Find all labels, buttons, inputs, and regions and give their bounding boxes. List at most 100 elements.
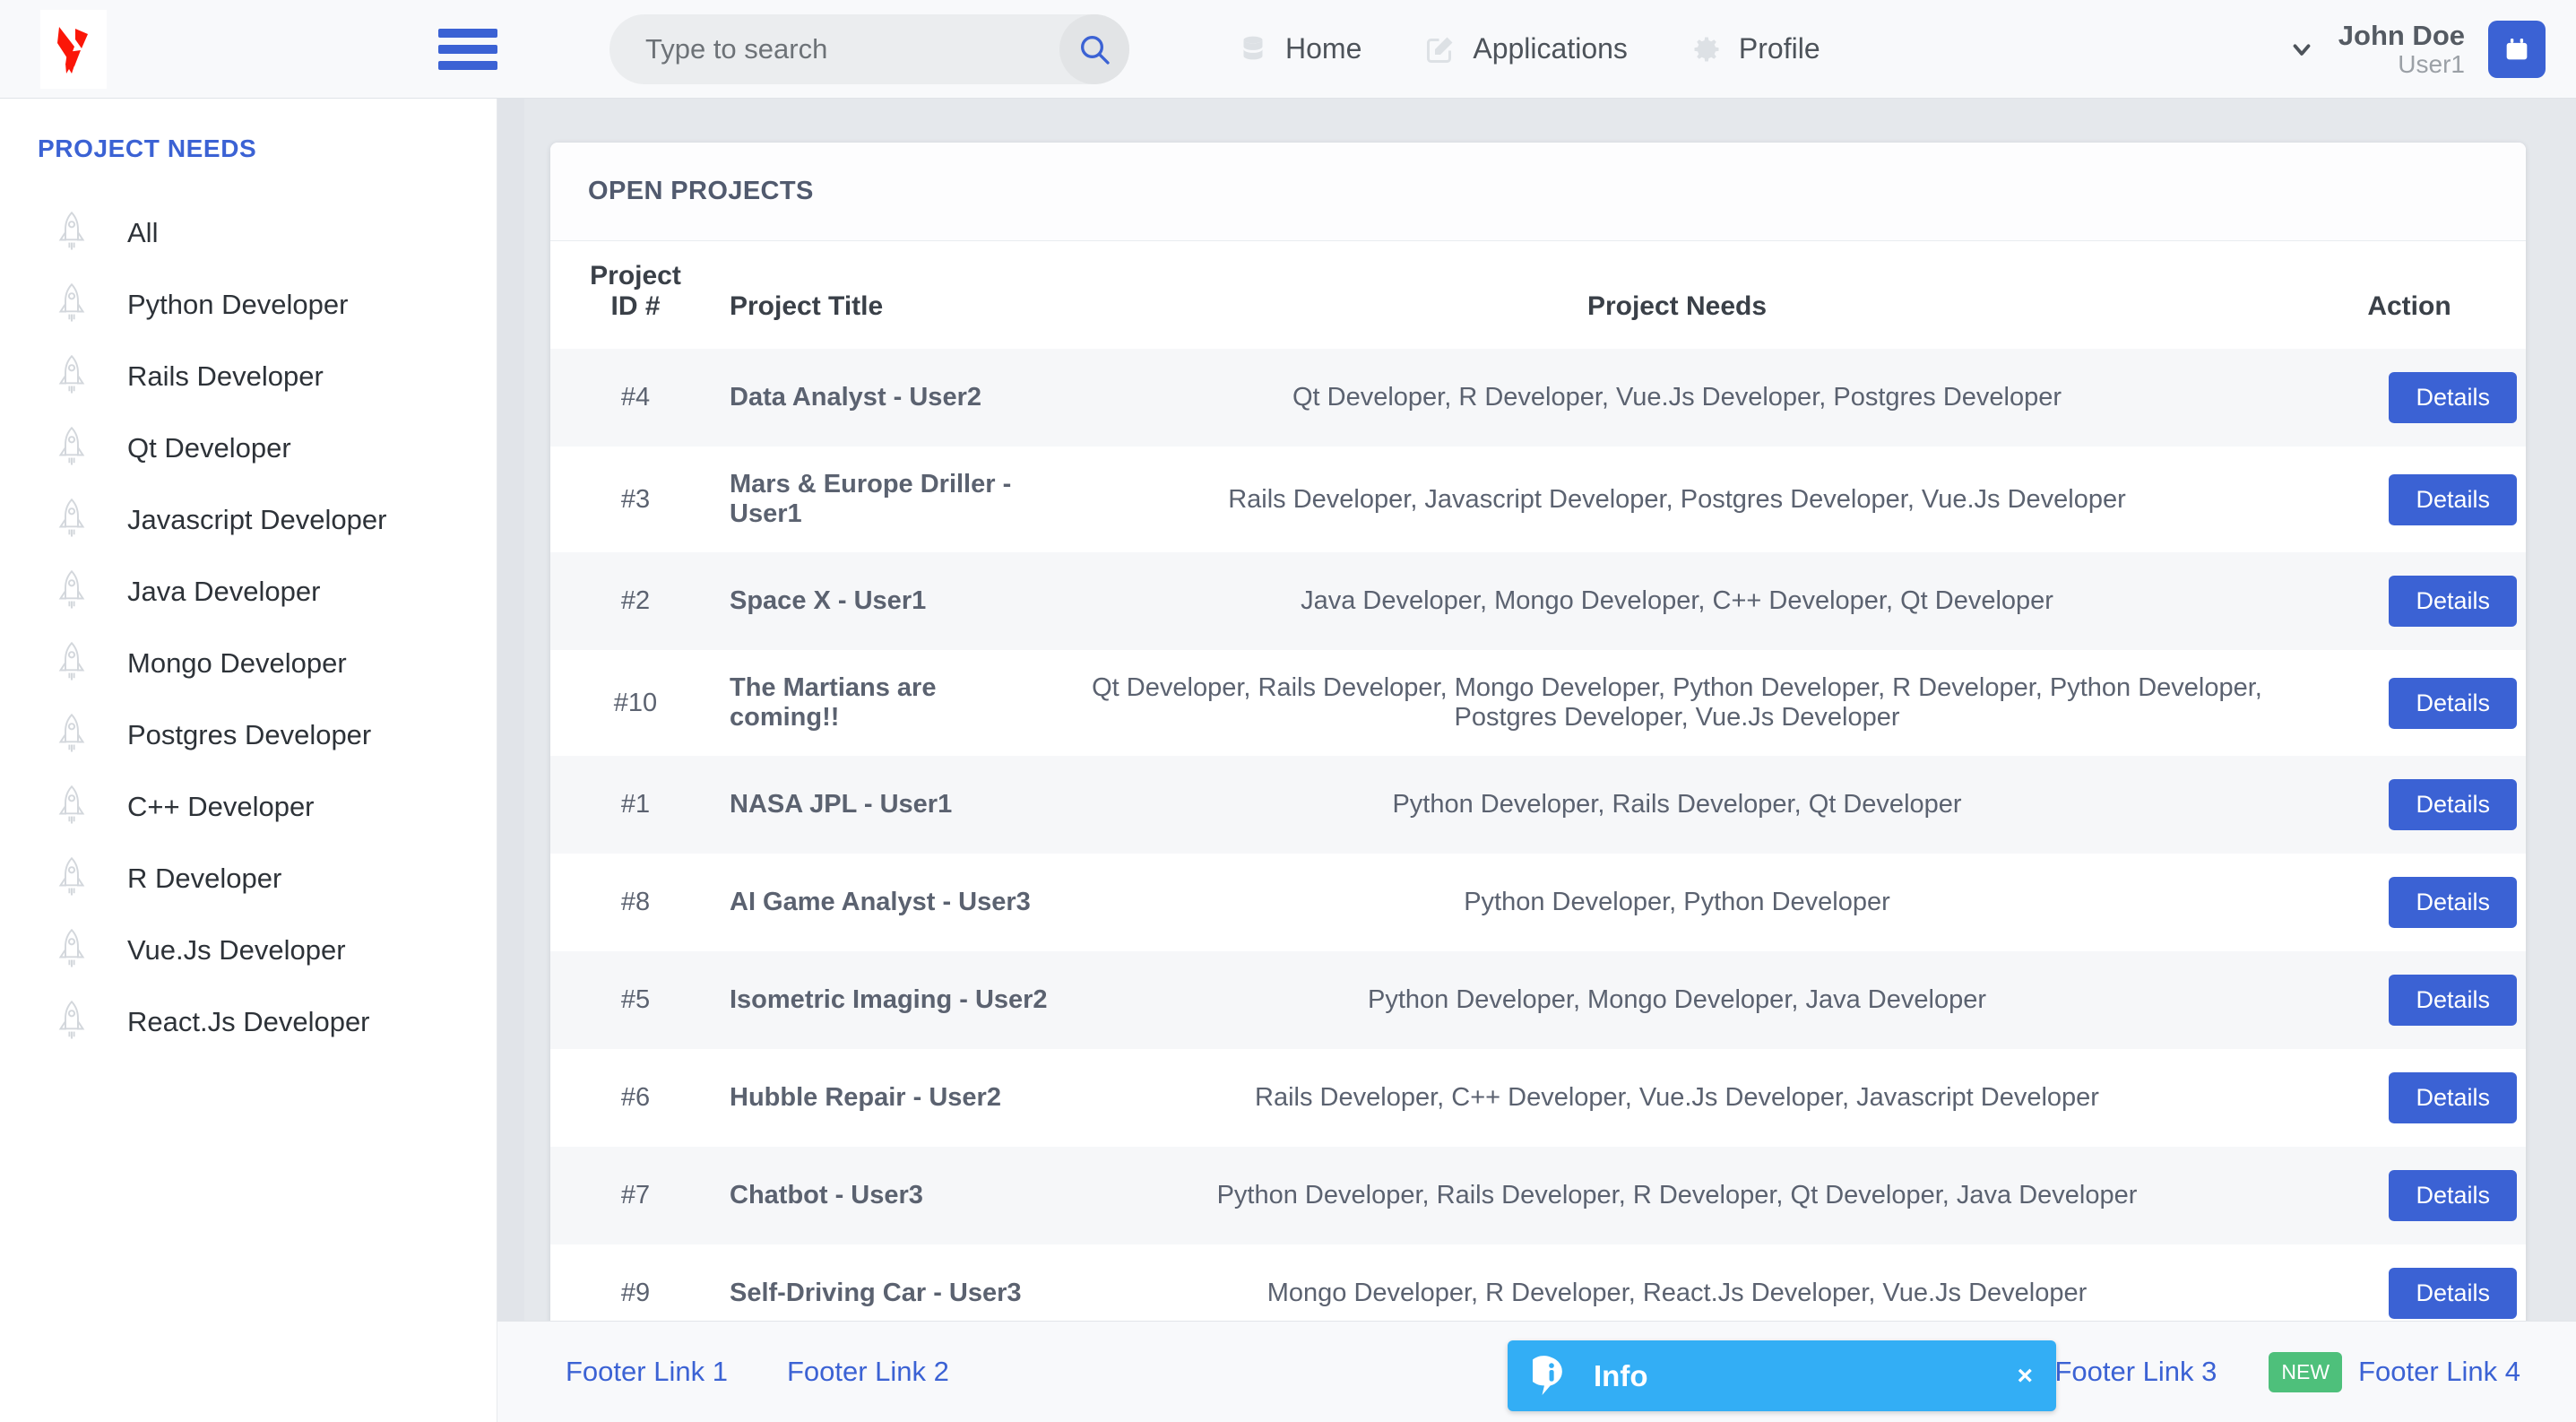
sidebar-item-react-js-developer[interactable]: React.Js Developer xyxy=(0,986,497,1058)
cell-project-title: AI Game Analyst - User3 xyxy=(721,854,1061,951)
cell-project-id: #7 xyxy=(550,1147,721,1244)
open-projects-card: OPEN PROJECTS Project ID # Project Title… xyxy=(550,143,2526,1342)
rocket-icon xyxy=(54,640,90,687)
cell-action: Details xyxy=(2293,650,2526,756)
sidebar-item-label: R Developer xyxy=(127,863,281,895)
table-header-row: Project ID # Project Title Project Needs… xyxy=(550,241,2526,349)
cell-project-id: #3 xyxy=(550,447,721,552)
cell-project-id: #2 xyxy=(550,552,721,650)
sidebar-item-label: Rails Developer xyxy=(127,360,324,393)
sidebar-item-r-developer[interactable]: R Developer xyxy=(0,843,497,915)
sidebar-item-label: React.Js Developer xyxy=(127,1006,370,1038)
footer-link-3[interactable]: Footer Link 3 xyxy=(2054,1356,2217,1388)
cell-project-needs: Rails Developer, C++ Developer, Vue.Js D… xyxy=(1061,1049,2293,1147)
sidebar-item-postgres-developer[interactable]: Postgres Developer xyxy=(0,699,497,771)
column-header-action: Action xyxy=(2293,241,2526,349)
details-button[interactable]: Details xyxy=(2389,678,2517,729)
app-logo[interactable] xyxy=(40,10,107,89)
cell-action: Details xyxy=(2293,447,2526,552)
chevron-down-icon[interactable] xyxy=(2288,36,2315,63)
cell-action: Details xyxy=(2293,854,2526,951)
main-nav-links: Home Applications Profile xyxy=(1237,32,1820,65)
details-button[interactable]: Details xyxy=(2389,1072,2517,1123)
nav-item-home[interactable]: Home xyxy=(1237,32,1361,65)
briefcase-icon xyxy=(2502,34,2532,65)
top-navigation-bar: Home Applications Profile John Doe User1 xyxy=(0,0,2576,99)
new-badge: NEW xyxy=(2269,1352,2342,1392)
sidebar-item-rails-developer[interactable]: Rails Developer xyxy=(0,341,497,412)
projects-table: Project ID # Project Title Project Needs… xyxy=(550,241,2526,1342)
search-input[interactable] xyxy=(609,14,1059,84)
toast-label: Info xyxy=(1594,1359,1647,1393)
sidebar-item-mongo-developer[interactable]: Mongo Developer xyxy=(0,628,497,699)
column-header-project-title: Project Title xyxy=(721,241,1061,349)
footer-link-4[interactable]: Footer Link 4 xyxy=(2358,1356,2520,1388)
info-toast: Info × xyxy=(1508,1340,2056,1411)
rocket-icon xyxy=(54,282,90,328)
cell-project-title: The Martians are coming!! xyxy=(721,650,1061,756)
sidebar-item-label: Mongo Developer xyxy=(127,647,347,680)
nav-item-profile[interactable]: Profile xyxy=(1690,32,1820,65)
sidebar-item-javascript-developer[interactable]: Javascript Developer xyxy=(0,484,497,556)
details-button[interactable]: Details xyxy=(2389,1170,2517,1221)
details-button[interactable]: Details xyxy=(2389,576,2517,627)
sidebar-item-all[interactable]: All xyxy=(0,197,497,269)
cell-project-title: Chatbot - User3 xyxy=(721,1147,1061,1244)
sidebar-item-label: Python Developer xyxy=(127,289,348,321)
rocket-icon xyxy=(54,927,90,974)
sidebar-item-vue-js-developer[interactable]: Vue.Js Developer xyxy=(0,915,497,986)
sidebar-item-qt-developer[interactable]: Qt Developer xyxy=(0,412,497,484)
cell-project-needs: Java Developer, Mongo Developer, C++ Dev… xyxy=(1061,552,2293,650)
cell-action: Details xyxy=(2293,349,2526,447)
nav-label-applications: Applications xyxy=(1473,32,1628,65)
footer-link-1[interactable]: Footer Link 1 xyxy=(566,1356,728,1388)
search-button[interactable] xyxy=(1059,14,1129,84)
cell-project-needs: Python Developer, Rails Developer, Qt De… xyxy=(1061,756,2293,854)
sidebar-item-java-developer[interactable]: Java Developer xyxy=(0,556,497,628)
details-button[interactable]: Details xyxy=(2389,474,2517,525)
details-button[interactable]: Details xyxy=(2389,877,2517,928)
rocket-logo-icon xyxy=(48,20,99,79)
sidebar-item-c-developer[interactable]: C++ Developer xyxy=(0,771,497,843)
cell-project-needs: Python Developer, Python Developer xyxy=(1061,854,2293,951)
footer-links-left: Footer Link 1 Footer Link 2 xyxy=(566,1356,949,1388)
sidebar-item-python-developer[interactable]: Python Developer xyxy=(0,269,497,341)
hamburger-menu-icon[interactable] xyxy=(438,29,497,70)
sidebar-item-label: All xyxy=(127,217,158,249)
cell-project-id: #1 xyxy=(550,756,721,854)
rocket-icon xyxy=(54,784,90,830)
cell-project-title: Mars & Europe Driller - User1 xyxy=(721,447,1061,552)
toast-close-icon[interactable]: × xyxy=(2017,1363,2033,1390)
cell-project-needs: Qt Developer, R Developer, Vue.Js Develo… xyxy=(1061,349,2293,447)
footer-links-right: Footer Link 3 NEW Footer Link 4 xyxy=(2054,1352,2520,1392)
details-button[interactable]: Details xyxy=(2389,779,2517,830)
cell-project-title: NASA JPL - User1 xyxy=(721,756,1061,854)
footer-link-2[interactable]: Footer Link 2 xyxy=(787,1356,949,1388)
card-title: OPEN PROJECTS xyxy=(550,143,2526,241)
rocket-icon xyxy=(54,425,90,472)
table-row: #8AI Game Analyst - User3Python Develope… xyxy=(550,854,2526,951)
table-row: #3Mars & Europe Driller - User1Rails Dev… xyxy=(550,447,2526,552)
search-icon xyxy=(1076,31,1112,67)
sidebar-item-label: Javascript Developer xyxy=(127,504,386,536)
rocket-icon xyxy=(54,712,90,759)
cell-project-needs: Rails Developer, Javascript Developer, P… xyxy=(1061,447,2293,552)
sidebar-item-label: Postgres Developer xyxy=(127,719,371,751)
rocket-icon xyxy=(54,210,90,256)
details-button[interactable]: Details xyxy=(2389,975,2517,1026)
table-row: #5Isometric Imaging - User2Python Develo… xyxy=(550,951,2526,1049)
details-button[interactable]: Details xyxy=(2389,372,2517,423)
rocket-icon xyxy=(54,999,90,1045)
details-button[interactable]: Details xyxy=(2389,1268,2517,1319)
cell-project-id: #6 xyxy=(550,1049,721,1147)
user-action-button[interactable] xyxy=(2488,21,2546,78)
nav-item-applications[interactable]: Applications xyxy=(1424,32,1628,65)
rocket-icon xyxy=(54,568,90,615)
table-row: #10The Martians are coming!!Qt Developer… xyxy=(550,650,2526,756)
search-bar xyxy=(609,14,1129,84)
table-row: #7Chatbot - User3Python Developer, Rails… xyxy=(550,1147,2526,1244)
user-info: John Doe User1 xyxy=(2338,21,2465,78)
cell-action: Details xyxy=(2293,552,2526,650)
cell-action: Details xyxy=(2293,756,2526,854)
sidebar-item-label: C++ Developer xyxy=(127,791,315,823)
